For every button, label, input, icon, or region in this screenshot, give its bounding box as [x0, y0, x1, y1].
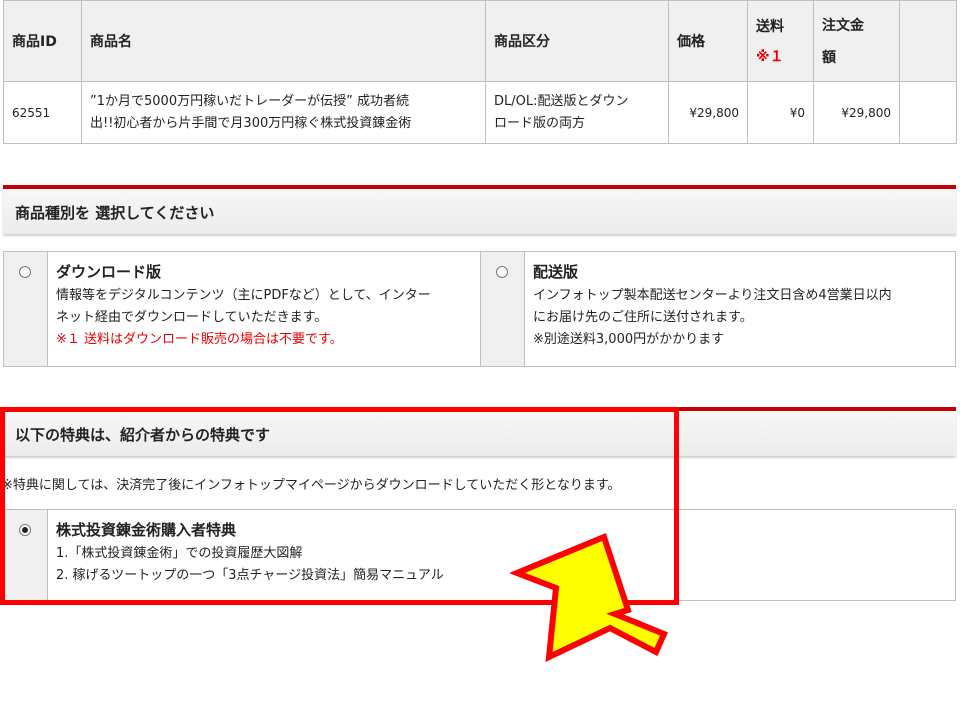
bonus-item-2: 2. 稼げるツートップの一つ「3点チャージ投資法」簡易マニュアル: [56, 568, 444, 583]
cell-total: ¥29,800: [813, 81, 900, 144]
cell-price: ¥29,800: [668, 81, 748, 144]
bonus-heading: 以下の特典は、紹介者からの特典です: [15, 426, 271, 444]
bonus-note: ※特典に関しては、決済完了後にインフォトップマイページからダウンロードしていただ…: [2, 478, 621, 493]
cell-category-line2: ロード版の両方: [494, 115, 586, 131]
cell-product-id: 62551: [3, 81, 82, 144]
bonus-title: 株式投資錬金術購入者特典: [56, 521, 237, 539]
download-desc-line1: 情報等をデジタルコンテンツ（主にPDFなど）として、インター: [56, 288, 431, 303]
header-category: 商品区分: [485, 0, 669, 82]
cell-category-line1: DL/OL:配送版とダウン: [494, 93, 629, 109]
cell-product-name-line1: ”1か月で5000万円稼いだトレーダーが伝授” 成功者続: [90, 93, 409, 109]
delivery-option[interactable]: 配送版 インフォトップ製本配送センターより注文日含め4営業日以内 にお届け先のご…: [524, 251, 956, 367]
bonus-options: 株式投資錬金術購入者特典 1.「株式投資錬金術」での投資履歴大図解 2. 稼げる…: [3, 509, 956, 601]
download-title: ダウンロード版: [56, 263, 162, 281]
delivery-title: 配送版: [533, 263, 579, 281]
header-total-line2: 額: [822, 50, 836, 66]
header-price: 価格: [668, 0, 748, 82]
bonus-radio-cell[interactable]: [3, 509, 48, 601]
product-table: 商品ID 商品名 商品区分 価格 送料 ※１ 注文金 額 62551 ”1か月で…: [3, 0, 957, 144]
cell-product-name: ”1か月で5000万円稼いだトレーダーが伝授” 成功者続 出!!初心者から片手間…: [81, 81, 486, 144]
product-type-options: ダウンロード版 情報等をデジタルコンテンツ（主にPDFなど）として、インター ネ…: [3, 251, 956, 367]
pointer-arrow-icon: [510, 532, 668, 662]
cell-shipping: ¥0: [747, 81, 814, 144]
product-type-heading: 商品種別を 選択してください: [15, 204, 215, 222]
header-shipping-note: ※１: [756, 49, 784, 65]
header-shipping-label: 送料: [756, 19, 784, 35]
bonus-item-1: 1.「株式投資錬金術」での投資履歴大図解: [56, 546, 303, 561]
header-total-line1: 注文金: [822, 18, 864, 34]
table-row: 62551 ”1か月で5000万円稼いだトレーダーが伝授” 成功者続 出!!初心…: [3, 81, 957, 144]
header-shipping: 送料 ※１: [747, 0, 814, 82]
download-option[interactable]: ダウンロード版 情報等をデジタルコンテンツ（主にPDFなど）として、インター ネ…: [47, 251, 481, 367]
bonus-option[interactable]: 株式投資錬金術購入者特典 1.「株式投資錬金術」での投資履歴大図解 2. 稼げる…: [47, 509, 956, 601]
cell-empty: [899, 81, 957, 144]
pointer-arrow-shape: [510, 532, 668, 662]
delivery-desc-line3: ※別途送料3,000円がかかります: [533, 332, 725, 347]
delivery-desc-line1: インフォトップ製本配送センターより注文日含め4営業日以内: [533, 288, 892, 303]
cell-product-name-line2: 出!!初心者から片手間で月300万円稼ぐ株式投資錬金術: [90, 115, 412, 131]
download-desc-line2: ネット経由でダウンロードしていただきます。: [56, 310, 328, 325]
header-total: 注文金 額: [813, 0, 900, 82]
delivery-desc-line2: にお届け先のご住所に送付されます。: [533, 310, 753, 325]
delivery-radio[interactable]: [496, 266, 508, 278]
header-product-id: 商品ID: [3, 0, 82, 82]
delivery-radio-cell[interactable]: [480, 251, 525, 367]
header-empty: [899, 0, 957, 82]
bonus-section-header: 以下の特典は、紹介者からの特典です: [3, 407, 956, 456]
bonus-radio[interactable]: [19, 524, 31, 536]
product-type-section-header: 商品種別を 選択してください: [3, 185, 956, 234]
cell-category: DL/OL:配送版とダウン ロード版の両方: [485, 81, 669, 144]
header-product-name: 商品名: [81, 0, 486, 82]
download-radio[interactable]: [19, 266, 31, 278]
download-radio-cell[interactable]: [3, 251, 48, 367]
download-shipping-note: ※１ 送料はダウンロード販売の場合は不要です。: [56, 332, 343, 347]
table-header-row: 商品ID 商品名 商品区分 価格 送料 ※１ 注文金 額: [3, 0, 957, 82]
